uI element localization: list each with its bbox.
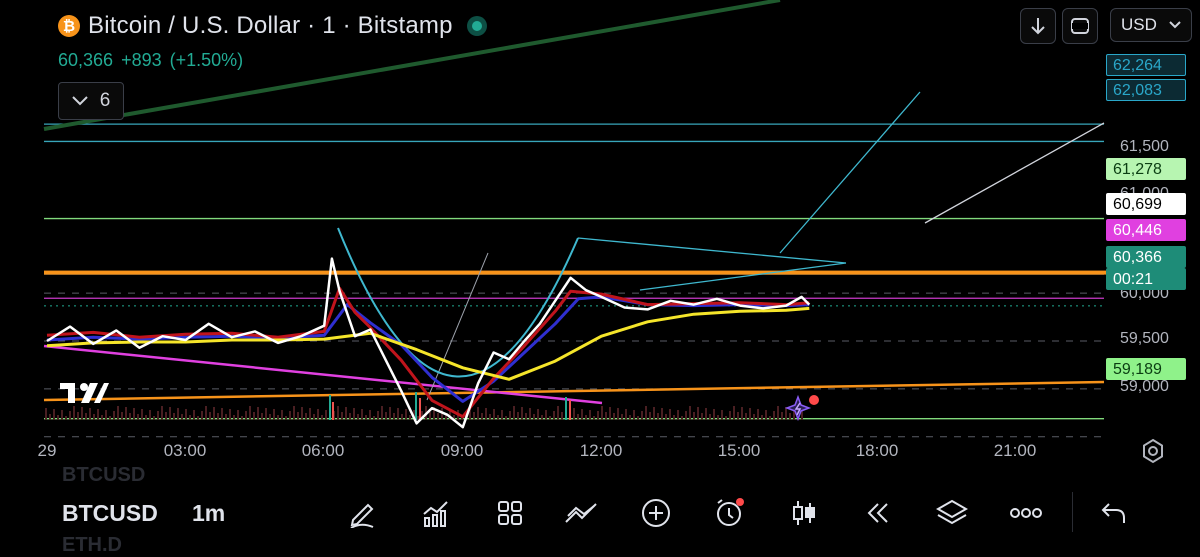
currency-select[interactable]: USD: [1110, 8, 1192, 42]
settings-icon[interactable]: [1140, 438, 1166, 464]
time-axis-label: 15:00: [717, 441, 761, 460]
price-quote: 60,366 +893 (+1.50%): [58, 50, 243, 71]
price-level-badge: 60,446: [1106, 219, 1186, 241]
price-axis-label: 59,500: [1120, 330, 1169, 347]
layers-button[interactable]: [934, 495, 970, 531]
bitcoin-logo-icon: ₿: [58, 15, 80, 37]
chevron-down-icon: [1169, 21, 1181, 29]
price-level-badge: 60,699: [1106, 193, 1186, 215]
market-open-icon: [466, 16, 487, 36]
trend-lines-icon: [565, 503, 597, 523]
indicators-button[interactable]: [418, 495, 454, 531]
bar-countdown-badge: 00:21: [1106, 268, 1186, 290]
time-axis-label: 18:00: [855, 441, 899, 460]
price-level-badge: 62,264: [1106, 54, 1186, 76]
price-change-percent: (+1.50%): [169, 50, 244, 70]
last-price: 60,366: [58, 50, 114, 70]
layouts-button[interactable]: [492, 495, 528, 531]
more-dots-icon: [1010, 508, 1042, 518]
indicators-toggle-button[interactable]: 6: [58, 82, 124, 120]
price-level-badge: 59,189: [1106, 358, 1186, 380]
time-axis-label: 21:00: [993, 441, 1037, 460]
more-button[interactable]: [1008, 495, 1044, 531]
alarm-clock-icon: [717, 498, 744, 526]
replay-button[interactable]: [860, 495, 896, 531]
download-button[interactable]: [1020, 8, 1056, 44]
candles-button[interactable]: [786, 495, 822, 531]
layers-icon: [936, 499, 968, 525]
add-button[interactable]: [638, 495, 674, 531]
price-level-badge: 61,278: [1106, 158, 1186, 180]
price-level-badge: 62,083: [1106, 79, 1186, 101]
alerts-button[interactable]: [712, 495, 748, 531]
currency-label: USD: [1121, 15, 1157, 34]
undo-button[interactable]: [1096, 495, 1132, 531]
chart-title[interactable]: Bitcoin / U.S. Dollar · 1 · Bitstamp: [88, 12, 453, 40]
symbol-list-item[interactable]: BTCUSD: [62, 464, 145, 487]
chart-type-button[interactable]: [564, 495, 600, 531]
resistance-zone-line: [44, 270, 1106, 275]
undo-icon: [1101, 503, 1125, 523]
time-axis-label: 12:00: [579, 441, 623, 460]
plus-circle-icon: [642, 499, 670, 527]
timeframe-selector[interactable]: 1m: [192, 500, 225, 527]
price-axis-label: 61,500: [1120, 138, 1169, 155]
price-change: +893: [121, 50, 162, 70]
time-axis-label: 29: [37, 441, 57, 460]
rewind-icon: [867, 503, 888, 523]
symbol-selector[interactable]: BTCUSD: [62, 500, 158, 527]
arrow-down-icon: [1031, 18, 1045, 35]
draw-tool-button[interactable]: [344, 495, 380, 531]
chevron-down-icon: [71, 96, 88, 106]
time-axis-label: 09:00: [440, 441, 484, 460]
candlestick-icon: [793, 501, 815, 525]
time-axis-label: 06:00: [301, 441, 345, 460]
tradingview-logo-icon: [60, 383, 109, 403]
fullscreen-button[interactable]: [1062, 8, 1098, 44]
toolbar-divider: [1072, 492, 1073, 532]
chart-indicators-icon: [423, 501, 448, 527]
chart-header: ₿ Bitcoin / U.S. Dollar · 1 · Bitstamp: [58, 12, 487, 40]
grid-icon: [498, 501, 522, 525]
fullscreen-icon: [1071, 18, 1089, 34]
last-price-badge: 60,366: [1106, 246, 1186, 268]
time-axis-label: 03:00: [163, 441, 207, 460]
indicator-count: 6: [99, 90, 111, 111]
pencil-icon: [350, 503, 374, 528]
sparkle-assistant-icon[interactable]: [784, 393, 824, 425]
